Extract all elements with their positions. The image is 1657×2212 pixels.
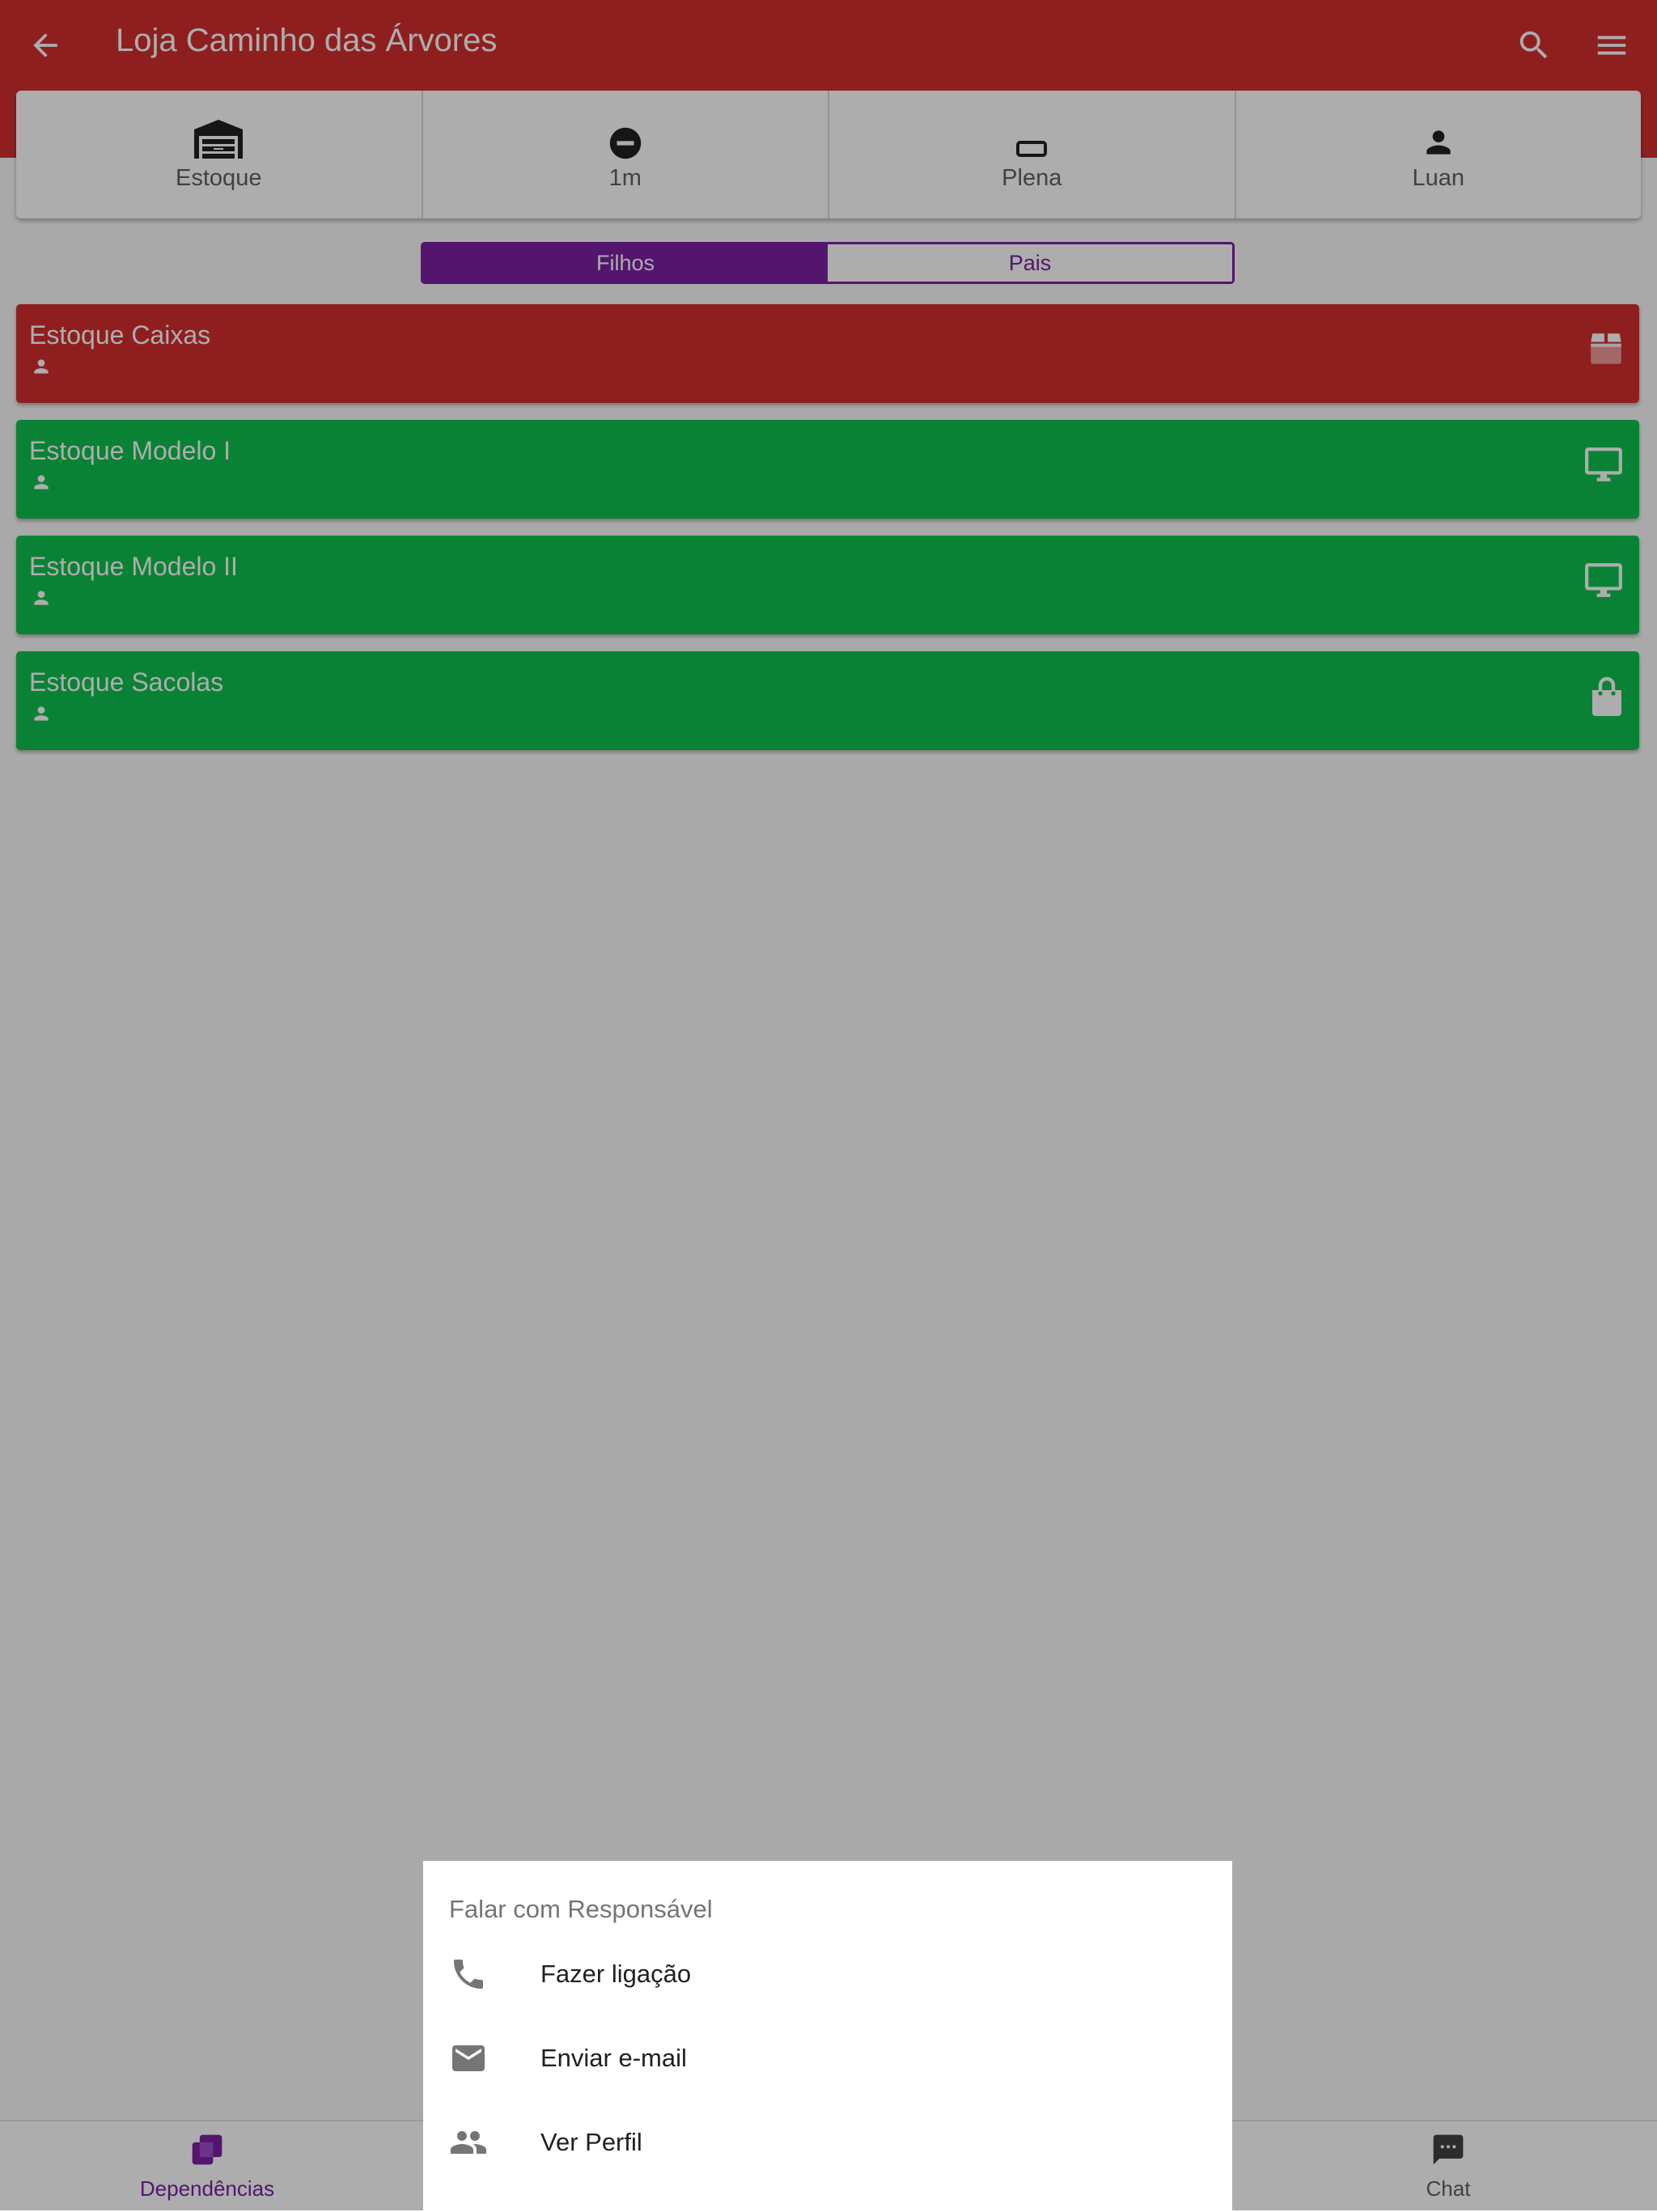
- profile-action[interactable]: Ver Perfil: [423, 2102, 1232, 2186]
- mail-icon: [449, 2039, 488, 2078]
- contact-bottom-sheet: Falar com Responsável Fazer ligação Envi…: [423, 1861, 1232, 2210]
- sheet-title: Falar com Responsável: [449, 1895, 713, 1923]
- email-action[interactable]: Enviar e-mail: [423, 2018, 1232, 2102]
- call-action[interactable]: Fazer ligação: [423, 1934, 1232, 2018]
- phone-icon: [449, 1955, 488, 1994]
- profile-action-label: Ver Perfil: [540, 2128, 642, 2156]
- email-action-label: Enviar e-mail: [540, 2044, 687, 2072]
- call-action-label: Fazer ligação: [540, 1960, 692, 1988]
- people-icon: [449, 2123, 488, 2162]
